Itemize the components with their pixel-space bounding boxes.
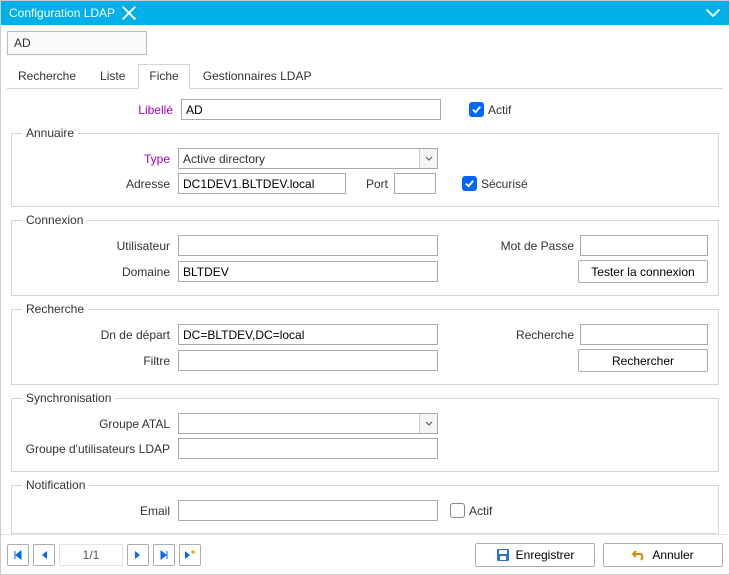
label-domaine: Domaine [22,265,178,279]
footer: 1/1 Enregistrer Annuler [1,534,729,574]
input-mdp[interactable] [580,235,708,256]
legend-recherche: Recherche [22,302,88,316]
pager-next[interactable] [127,544,149,566]
label-utilisateur: Utilisateur [22,239,178,253]
label-adresse: Adresse [22,177,178,191]
tab-gestionnaires[interactable]: Gestionnaires LDAP [192,64,323,88]
window-title: Configuration LDAP [9,6,115,20]
dropdown-menu-icon[interactable] [705,5,721,21]
label-groupe-atal: Groupe ATAL [22,417,178,431]
checkbox-securise[interactable] [462,176,477,191]
input-domaine[interactable] [178,261,438,282]
label-actif: Actif [488,103,511,117]
pager: 1/1 [7,544,201,566]
button-save[interactable]: Enregistrer [475,543,595,567]
label-port: Port [346,177,394,191]
pager-prev[interactable] [33,544,55,566]
input-email[interactable] [178,500,438,521]
label-email-actif: Actif [469,504,492,518]
label-dn: Dn de départ [22,328,178,342]
pager-first[interactable] [7,544,29,566]
titlebar: Configuration LDAP [1,1,729,25]
fieldset-notification: Notification Email Actif [11,478,719,534]
legend-connexion: Connexion [22,213,87,227]
tab-close-icon[interactable] [121,5,137,21]
fieldset-sync: Synchronisation Groupe ATAL Groupe d'uti… [11,391,719,472]
input-adresse[interactable] [178,173,346,194]
input-libelle[interactable] [181,99,441,120]
fieldset-connexion: Connexion Utilisateur Mot de Passe Domai… [11,213,719,296]
legend-annuaire: Annuaire [22,126,78,140]
input-port[interactable] [394,173,436,194]
chevron-down-icon [419,414,437,433]
record-name: AD [14,36,31,50]
button-rechercher[interactable]: Rechercher [578,349,708,372]
fieldset-annuaire: Annuaire Type Active directory Adresse P… [11,126,719,207]
button-cancel[interactable]: Annuler [603,543,723,567]
label-securise: Sécurisé [481,177,528,191]
input-recherche[interactable] [580,324,708,345]
label-groupe-ldap: Groupe d'utilisateurs LDAP [22,442,178,456]
select-groupe-atal[interactable] [178,413,438,434]
input-utilisateur[interactable] [178,235,438,256]
form-area: Libellé Actif Annuaire Type Active direc… [1,89,729,534]
input-dn[interactable] [178,324,438,345]
pager-display: 1/1 [59,544,123,566]
record-name-row: AD [1,25,729,59]
legend-sync: Synchronisation [22,391,115,405]
label-mdp: Mot de Passe [480,239,580,253]
tab-fiche[interactable]: Fiche [138,64,189,89]
chevron-down-icon [419,149,437,168]
fieldset-recherche: Recherche Dn de départ Recherche Filtre … [11,302,719,385]
legend-notification: Notification [22,478,89,492]
save-icon [496,548,510,562]
select-type[interactable]: Active directory [178,148,438,169]
input-filtre[interactable] [178,350,438,371]
pager-new[interactable] [179,544,201,566]
input-groupe-ldap[interactable] [178,438,438,459]
checkbox-actif[interactable] [469,102,484,117]
pager-last[interactable] [153,544,175,566]
label-type: Type [22,152,178,166]
checkbox-email-actif[interactable] [450,503,465,518]
label-email: Email [22,504,178,518]
label-recherche-field: Recherche [480,328,580,342]
button-tester-connexion[interactable]: Tester la connexion [578,260,708,283]
undo-icon [632,549,646,561]
record-name-display: AD [7,31,147,55]
tab-recherche[interactable]: Recherche [7,64,87,88]
tab-liste[interactable]: Liste [89,64,136,88]
window-ldap-config: Configuration LDAP AD Recherche Liste Fi… [0,0,730,575]
label-filtre: Filtre [22,354,178,368]
select-type-value: Active directory [183,152,265,166]
tabs: Recherche Liste Fiche Gestionnaires LDAP [7,59,723,89]
label-libelle: Libellé [11,103,181,117]
